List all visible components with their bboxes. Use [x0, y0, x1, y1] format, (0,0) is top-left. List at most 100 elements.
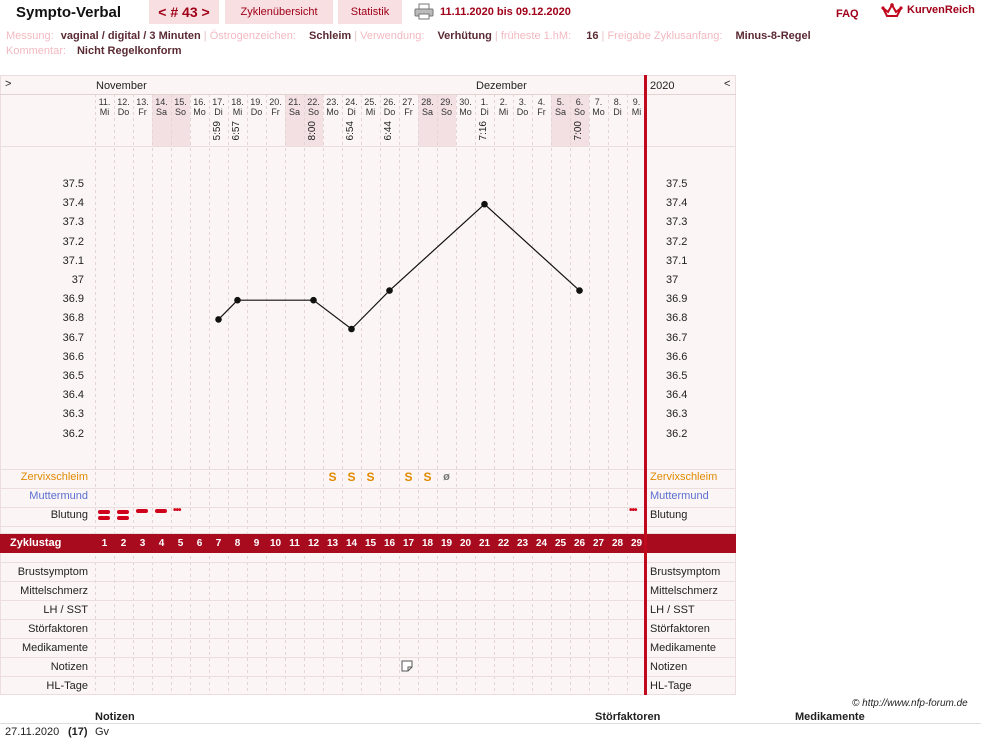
temperature-curve: [215, 200, 583, 333]
bleeding-heavy-day-2: [117, 510, 129, 520]
cycle-day-number: 27: [592, 538, 605, 549]
cervix-mark: S: [328, 470, 337, 484]
cycle-day-number: 26: [573, 538, 586, 549]
row-label-notes-right: Notizen: [650, 661, 688, 673]
copyright[interactable]: © http://www.nfp-forum.de: [852, 698, 968, 709]
row-label-breast-right: Brustsymptom: [650, 566, 721, 578]
row-label-hl-days-right: HL-Tage: [650, 680, 692, 692]
y-tick-label-right: 37: [666, 274, 679, 286]
y-tick-label: 37.2: [62, 235, 84, 248]
y-tick-label: 36.7: [62, 331, 84, 344]
row-label-cervix-right: Zervixschleim: [650, 471, 718, 483]
cervix-mark: S: [366, 470, 375, 484]
y-tick-label: 36.8: [62, 312, 84, 325]
row-label-cervix: Zervixschleim: [20, 471, 88, 483]
cycle-day-number: 8: [234, 538, 241, 549]
y-tick-label: 36.5: [62, 370, 84, 382]
cycle-day-number: 17: [402, 538, 415, 549]
cycle-day-number: 22: [497, 538, 510, 549]
temperature-line: [218, 203, 580, 330]
cycle-day-number: 19: [440, 538, 453, 549]
y-tick-label-right: 36.3: [666, 408, 688, 421]
y-tick-label-right: 36.9: [666, 293, 688, 306]
row-label-bleeding: Blutung: [50, 509, 88, 521]
cycle-day-number: 18: [421, 538, 434, 549]
y-tick-label-right: 36.5: [666, 370, 688, 382]
temperature-point: [234, 296, 241, 304]
cycle-day-number: 6: [196, 538, 203, 549]
y-tick-label-right: 37.3: [666, 216, 688, 229]
cycle-day-number: 23: [516, 538, 529, 549]
cycle-day-number: 21: [478, 538, 491, 549]
note-text: Gv: [95, 726, 110, 738]
y-tick-label: 36.9: [62, 293, 84, 306]
y-tick-label: 37.5: [62, 178, 84, 190]
row-label-disturbances: Störfaktoren: [28, 623, 88, 635]
y-tick-label-right: 37.4: [666, 197, 688, 210]
y-tick-label-right: 36.2: [666, 427, 688, 440]
cycle-day-number: 13: [326, 538, 339, 549]
bleeding-medium-day-3: [136, 509, 148, 513]
cycle-day-label: Zyklustag: [10, 537, 62, 549]
temperature-point: [310, 296, 317, 304]
row-label-medication: Medikamente: [21, 642, 88, 654]
row-label-medication-right: Medikamente: [650, 642, 717, 654]
bleeding-heavy-day-1: [98, 510, 110, 520]
y-tick-label-right: 36.4: [666, 389, 688, 402]
y-tick-label-right: 36.7: [666, 331, 688, 344]
cycle-day-number: 3: [139, 538, 146, 549]
footer-col-notes: Notizen: [95, 711, 135, 723]
y-tick-label-right: 37.1: [666, 254, 688, 267]
cycle-day-number: 9: [253, 538, 260, 549]
y-tick-label-right: 36.6: [666, 350, 688, 363]
footer-col-disturbances: Störfaktoren: [595, 711, 661, 723]
temperature-point: [386, 287, 393, 294]
cycle-day-number: 12: [307, 538, 320, 549]
y-tick-label: 36.6: [62, 350, 84, 363]
row-label-os-right: Muttermund: [650, 490, 709, 502]
row-label-midpain: Mittelschmerz: [20, 585, 88, 597]
cycle-day-number: 2: [120, 538, 127, 549]
y-tick-label-right: 36.8: [666, 312, 688, 325]
row-label-lh: LH / SST: [43, 604, 88, 616]
temperature-point: [348, 325, 355, 333]
footer-divider: [0, 723, 981, 724]
temperature-point: [215, 316, 222, 323]
y-tick-label-right: 37.2: [666, 235, 688, 248]
cervix-mark: S: [423, 470, 432, 484]
bleeding-medium-day-4: [155, 509, 167, 513]
row-label-breast: Brustsymptom: [17, 566, 88, 578]
cervix-mark: ø: [443, 471, 450, 483]
row-label-lh-right: LH / SST: [650, 604, 695, 616]
bleeding-spotting-day-5: •••: [173, 505, 181, 516]
note-cycle-day: (17): [68, 726, 88, 738]
cycle-end-marker: [644, 75, 647, 695]
cycle-day-number: 10: [269, 538, 282, 549]
cycle-day-number: 4: [158, 538, 165, 549]
cycle-day-number: 11: [289, 538, 300, 549]
cycle-day-number: 28: [611, 538, 624, 549]
note-icon[interactable]: [401, 660, 413, 672]
cycle-day-number: 5: [177, 538, 184, 549]
cycle-day-number: 24: [535, 538, 548, 549]
temperature-point: [576, 287, 583, 294]
cycle-day-number: 7: [215, 538, 222, 549]
y-tick-label: 37.1: [62, 254, 84, 267]
footer-col-medication: Medikamente: [795, 711, 865, 723]
cycle-day-number: 14: [345, 538, 358, 549]
y-tick-label-right: 37.5: [666, 178, 688, 190]
row-label-midpain-right: Mittelschmerz: [650, 585, 718, 597]
row-label-bleeding-right: Blutung: [650, 509, 688, 521]
bleeding-spotting-day-29: •••: [629, 505, 637, 516]
cycle-day-number: 15: [364, 538, 377, 549]
cervix-mark: S: [404, 470, 413, 484]
cycle-day-number: 1: [101, 538, 108, 549]
y-tick-label: 37.3: [62, 216, 84, 229]
row-label-disturbances-right: Störfaktoren: [650, 623, 710, 635]
temperature-point: [481, 200, 488, 208]
note-date: 27.11.2020: [5, 726, 60, 738]
row-label-hl-days: HL-Tage: [46, 680, 88, 692]
cycle-day-number: 16: [383, 538, 396, 549]
cervix-mark: S: [347, 470, 356, 484]
y-tick-label: 36.2: [62, 427, 84, 440]
